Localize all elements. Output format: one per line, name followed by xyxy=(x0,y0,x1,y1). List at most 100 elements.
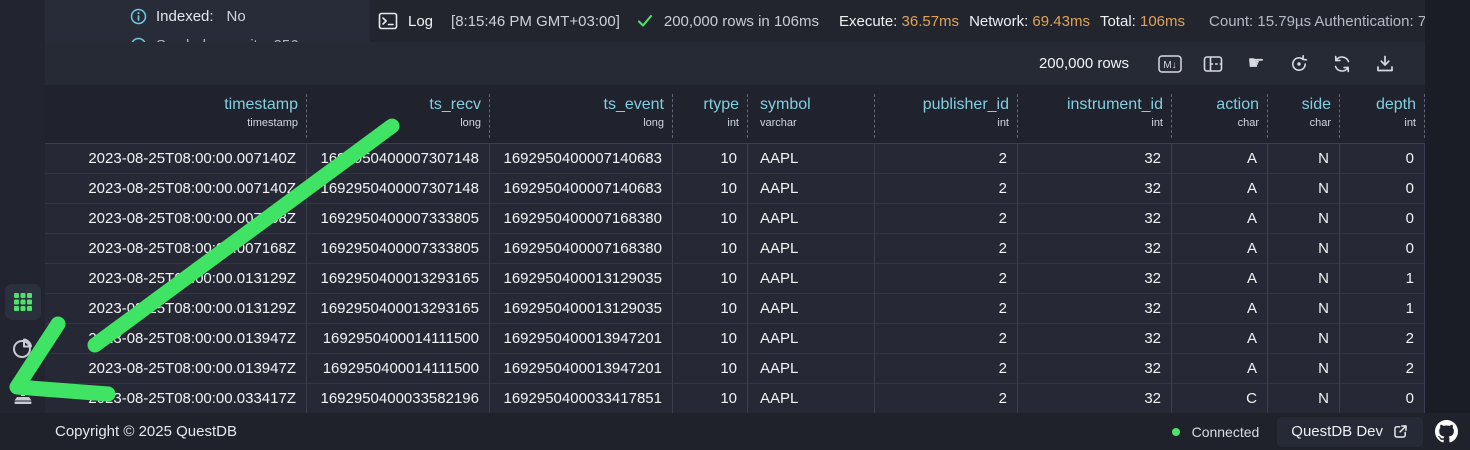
cell-timestamp[interactable]: 2023-08-25T08:00:00.007168Z xyxy=(45,204,307,234)
download-csv-icon[interactable] xyxy=(1373,52,1397,76)
cell-publisher_id[interactable]: 2 xyxy=(875,264,1018,294)
table-row[interactable]: 2023-08-25T08:00:00.007168Z1692950400007… xyxy=(45,234,1425,264)
cell-rtype[interactable]: 10 xyxy=(673,234,748,264)
cell-instrument_id[interactable]: 32 xyxy=(1018,204,1172,234)
cell-instrument_id[interactable]: 32 xyxy=(1018,144,1172,174)
column-header-ts_event[interactable]: ts_eventlong xyxy=(490,94,673,138)
column-header-symbol[interactable]: symbolvarchar xyxy=(748,94,875,138)
table-row[interactable]: 2023-08-25T08:00:00.033417Z1692950400033… xyxy=(45,384,1425,414)
column-header-instrument_id[interactable]: instrument_idint xyxy=(1018,94,1172,138)
restore-history-icon[interactable] xyxy=(1287,52,1311,76)
cell-instrument_id[interactable]: 32 xyxy=(1018,354,1172,384)
cell-timestamp[interactable]: 2023-08-25T08:00:00.007140Z xyxy=(45,144,307,174)
cell-action[interactable]: A xyxy=(1172,324,1268,354)
cell-publisher_id[interactable]: 2 xyxy=(875,174,1018,204)
cell-ts_event[interactable]: 1692950400013947201 xyxy=(490,324,673,354)
cell-ts_event[interactable]: 1692950400013129035 xyxy=(490,264,673,294)
cell-depth[interactable]: 1 xyxy=(1340,294,1425,324)
cell-ts_event[interactable]: 1692950400013129035 xyxy=(490,294,673,324)
cell-rtype[interactable]: 10 xyxy=(673,264,748,294)
column-header-depth[interactable]: depthint xyxy=(1340,94,1425,138)
cell-side[interactable]: N xyxy=(1268,384,1340,414)
cell-ts_event[interactable]: 1692950400033417851 xyxy=(490,384,673,414)
cell-action[interactable]: A xyxy=(1172,234,1268,264)
column-header-action[interactable]: actionchar xyxy=(1172,94,1268,138)
cell-ts_event[interactable]: 1692950400007140683 xyxy=(490,144,673,174)
cell-symbol[interactable]: AAPL xyxy=(748,294,875,324)
cell-rtype[interactable]: 10 xyxy=(673,204,748,234)
cell-ts_recv[interactable]: 1692950400007307148 xyxy=(307,144,490,174)
cell-timestamp[interactable]: 2023-08-25T08:00:00.013129Z xyxy=(45,294,307,324)
cell-action[interactable]: A xyxy=(1172,264,1268,294)
cell-publisher_id[interactable]: 2 xyxy=(875,384,1018,414)
cell-symbol[interactable]: AAPL xyxy=(748,354,875,384)
table-row[interactable]: 2023-08-25T08:00:00.013947Z1692950400014… xyxy=(45,324,1425,354)
cell-ts_event[interactable]: 1692950400007168380 xyxy=(490,204,673,234)
cell-symbol[interactable]: AAPL xyxy=(748,234,875,264)
cell-rtype[interactable]: 10 xyxy=(673,384,748,414)
cell-depth[interactable]: 1 xyxy=(1340,264,1425,294)
cell-depth[interactable]: 0 xyxy=(1340,234,1425,264)
cell-ts_recv[interactable]: 1692950400033582196 xyxy=(307,384,490,414)
cell-timestamp[interactable]: 2023-08-25T08:00:00.013947Z xyxy=(45,324,307,354)
cell-side[interactable]: N xyxy=(1268,144,1340,174)
sidebar-chart-button[interactable] xyxy=(5,330,41,366)
cell-ts_recv[interactable]: 1692950400007307148 xyxy=(307,174,490,204)
instance-button[interactable]: QuestDB Dev xyxy=(1277,417,1423,447)
column-header-rtype[interactable]: rtypeint xyxy=(673,94,748,138)
sidebar-import-button[interactable] xyxy=(5,376,41,412)
cell-action[interactable]: A xyxy=(1172,294,1268,324)
cell-instrument_id[interactable]: 32 xyxy=(1018,234,1172,264)
cell-depth[interactable]: 0 xyxy=(1340,204,1425,234)
cell-rtype[interactable]: 10 xyxy=(673,144,748,174)
column-header-ts_recv[interactable]: ts_recvlong xyxy=(307,94,490,138)
cell-publisher_id[interactable]: 2 xyxy=(875,354,1018,384)
table-row[interactable]: 2023-08-25T08:00:00.013947Z1692950400014… xyxy=(45,354,1425,384)
cell-ts_event[interactable]: 1692950400007168380 xyxy=(490,234,673,264)
cell-action[interactable]: A xyxy=(1172,204,1268,234)
cell-symbol[interactable]: AAPL xyxy=(748,174,875,204)
cell-side[interactable]: N xyxy=(1268,174,1340,204)
cell-ts_recv[interactable]: 1692950400007333805 xyxy=(307,234,490,264)
table-row[interactable]: 2023-08-25T08:00:00.007140Z1692950400007… xyxy=(45,144,1425,174)
cell-depth[interactable]: 0 xyxy=(1340,174,1425,204)
cell-rtype[interactable]: 10 xyxy=(673,294,748,324)
cell-publisher_id[interactable]: 2 xyxy=(875,234,1018,264)
cell-ts_event[interactable]: 1692950400007140683 xyxy=(490,174,673,204)
cell-timestamp[interactable]: 2023-08-25T08:00:00.013129Z xyxy=(45,264,307,294)
cell-timestamp[interactable]: 2023-08-25T08:00:00.033417Z xyxy=(45,384,307,414)
cell-side[interactable]: N xyxy=(1268,294,1340,324)
table-layout-icon[interactable] xyxy=(1201,52,1225,76)
table-row[interactable]: 2023-08-25T08:00:00.013129Z 1692950400013… xyxy=(45,264,1425,294)
cell-instrument_id[interactable]: 32 xyxy=(1018,264,1172,294)
cell-publisher_id[interactable]: 2 xyxy=(875,294,1018,324)
cell-action[interactable]: A xyxy=(1172,144,1268,174)
cell-side[interactable]: N xyxy=(1268,264,1340,294)
table-row[interactable]: 2023-08-25T08:00:00.007140Z1692950400007… xyxy=(45,174,1425,204)
github-icon[interactable] xyxy=(1435,420,1458,443)
cell-action[interactable]: A xyxy=(1172,174,1268,204)
cell-symbol[interactable]: AAPL xyxy=(748,324,875,354)
cell-side[interactable]: N xyxy=(1268,234,1340,264)
cell-instrument_id[interactable]: 32 xyxy=(1018,324,1172,354)
cell-ts_recv[interactable]: 1692950400014111500 xyxy=(307,354,490,384)
markdown-copy-icon[interactable]: M↓ xyxy=(1158,52,1182,76)
refresh-icon[interactable] xyxy=(1330,52,1354,76)
cell-symbol[interactable]: AAPL xyxy=(748,204,875,234)
column-header-side[interactable]: sidechar xyxy=(1268,94,1340,138)
cell-depth[interactable]: 2 xyxy=(1340,354,1425,384)
cell-instrument_id[interactable]: 32 xyxy=(1018,174,1172,204)
cell-publisher_id[interactable]: 2 xyxy=(875,324,1018,354)
cell-symbol[interactable]: AAPL xyxy=(748,144,875,174)
cell-rtype[interactable]: 10 xyxy=(673,324,748,354)
cell-depth[interactable]: 2 xyxy=(1340,324,1425,354)
column-header-timestamp[interactable]: timestamptimestamp xyxy=(45,94,307,138)
table-row[interactable]: 2023-08-25T08:00:00.007168Z 1692950400007… xyxy=(45,204,1425,234)
column-header-publisher_id[interactable]: publisher_idint xyxy=(875,94,1018,138)
cell-publisher_id[interactable]: 2 xyxy=(875,204,1018,234)
cell-symbol[interactable]: AAPL xyxy=(748,264,875,294)
cell-ts_recv[interactable]: 1692950400014111500 xyxy=(307,324,490,354)
cell-side[interactable]: N xyxy=(1268,324,1340,354)
cell-rtype[interactable]: 10 xyxy=(673,354,748,384)
cell-depth[interactable]: 0 xyxy=(1340,144,1425,174)
